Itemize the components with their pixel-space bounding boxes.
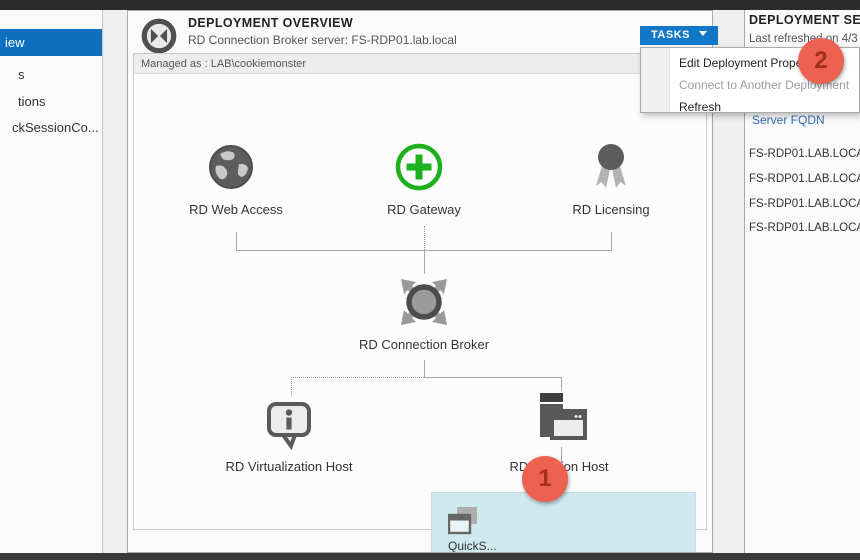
deployment-diagram-box: Managed as : LAB\cookiemonster RD Web Ac…: [133, 53, 707, 530]
rd-session-host-icon[interactable]: [532, 389, 588, 447]
window-top-chrome: [0, 0, 860, 10]
session-collection-highlight[interactable]: QuickS...: [431, 492, 696, 553]
rd-gateway-icon[interactable]: [394, 142, 444, 192]
rds-deployment-icon: [140, 17, 178, 55]
rd-web-access-icon[interactable]: [206, 142, 256, 192]
connector-line: [424, 250, 425, 274]
server-row[interactable]: FS-RDP01.LAB.LOCAL: [749, 173, 860, 185]
node-label-licensing: RD Licensing: [531, 202, 691, 217]
connector-line-dotted: [291, 377, 292, 396]
step-badge-1: 1: [522, 456, 568, 502]
node-label-virtualization-host: RD Virtualization Host: [209, 459, 369, 474]
server-row[interactable]: FS-RDP01.LAB.LOCAL: [749, 148, 860, 160]
window-bottom-chrome: [0, 553, 860, 560]
session-collection-icon: [448, 507, 478, 536]
menu-icon-gutter: [641, 48, 670, 112]
rd-connection-broker-icon[interactable]: [397, 275, 451, 329]
step-badge-2: 2: [798, 38, 844, 84]
servers-panel-title: DEPLOYMENT SERVERS: [749, 13, 860, 27]
nav-item-overview[interactable]: iew: [0, 29, 103, 56]
server-fqdn-column-header[interactable]: Server FQDN: [752, 113, 825, 127]
panel-title: DEPLOYMENT OVERVIEW: [188, 16, 353, 30]
node-label-broker: RD Connection Broker: [344, 337, 504, 352]
rd-virtualization-host-icon[interactable]: [263, 399, 315, 451]
server-manager-window: iew s tions ckSessionCo... DEPLOYMENT OV…: [0, 0, 860, 560]
tasks-button-label: TASKS: [651, 29, 690, 41]
broker-server-subtitle: RD Connection Broker server: FS-RDP01.la…: [188, 33, 457, 47]
nav-item-collections[interactable]: tions: [0, 90, 103, 114]
nav-item-label: iew: [5, 29, 25, 56]
server-row[interactable]: FS-RDP01.LAB.LOCAL: [749, 198, 860, 210]
last-refreshed-text: Last refreshed on 4/3: [749, 33, 858, 45]
node-label-gateway: RD Gateway: [344, 202, 504, 217]
collection-name: QuickS...: [448, 539, 497, 553]
rd-licensing-icon[interactable]: [586, 142, 636, 192]
node-label-web-access: RD Web Access: [156, 202, 316, 217]
connector-line-dotted: [291, 377, 424, 378]
left-nav-pane: iew s tions ckSessionCo...: [0, 10, 103, 553]
nav-item-label: tions: [18, 90, 45, 114]
deployment-overview-panel: DEPLOYMENT OVERVIEW RD Connection Broker…: [127, 10, 713, 553]
nav-item-label: s: [18, 63, 25, 87]
connector-line: [236, 232, 237, 250]
connector-line-dotted: [424, 226, 425, 250]
nav-item-label: ckSessionCo...: [12, 116, 99, 140]
nav-item-servers[interactable]: s: [0, 63, 103, 87]
server-row[interactable]: FS-RDP01.LAB.LOCAL: [749, 222, 860, 234]
chevron-down-icon: [699, 31, 707, 36]
nav-item-quicksessioncollection[interactable]: ckSessionCo...: [0, 116, 103, 140]
managed-as-bar: Managed as : LAB\cookiemonster: [134, 54, 706, 74]
connector-line: [611, 232, 612, 250]
connector-line: [424, 360, 425, 377]
tasks-dropdown-button[interactable]: TASKS: [640, 26, 718, 45]
connector-line: [424, 377, 561, 378]
menu-item-refresh[interactable]: Refresh: [679, 100, 721, 116]
